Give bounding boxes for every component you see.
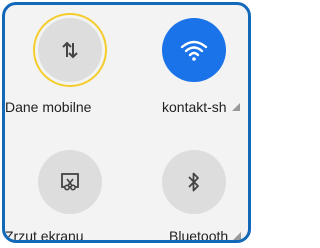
- mobile-data-toggle[interactable]: [38, 18, 102, 82]
- screenshot-icon: [59, 171, 81, 193]
- bluetooth-toggle[interactable]: [162, 150, 226, 214]
- signal-strength-icon: [233, 232, 242, 240]
- tile-label-screenshot: Zrzut ekranu: [5, 228, 84, 243]
- wifi-icon: [180, 38, 208, 62]
- screenshot-toggle[interactable]: [38, 150, 102, 214]
- signal-strength-icon: [231, 103, 240, 111]
- tile-label-bluetooth: Bluetooth: [169, 228, 242, 240]
- tile-label-wifi: kontakt-sh: [162, 99, 240, 115]
- bluetooth-icon: [184, 171, 204, 193]
- wifi-toggle[interactable]: [162, 18, 226, 82]
- quick-settings-panel: Dane mobilne kontakt-sh Zrzut ekranu Blu…: [2, 2, 251, 243]
- mobile-data-icon: [59, 39, 81, 61]
- tile-label-mobile-data: Dane mobilne: [5, 99, 92, 115]
